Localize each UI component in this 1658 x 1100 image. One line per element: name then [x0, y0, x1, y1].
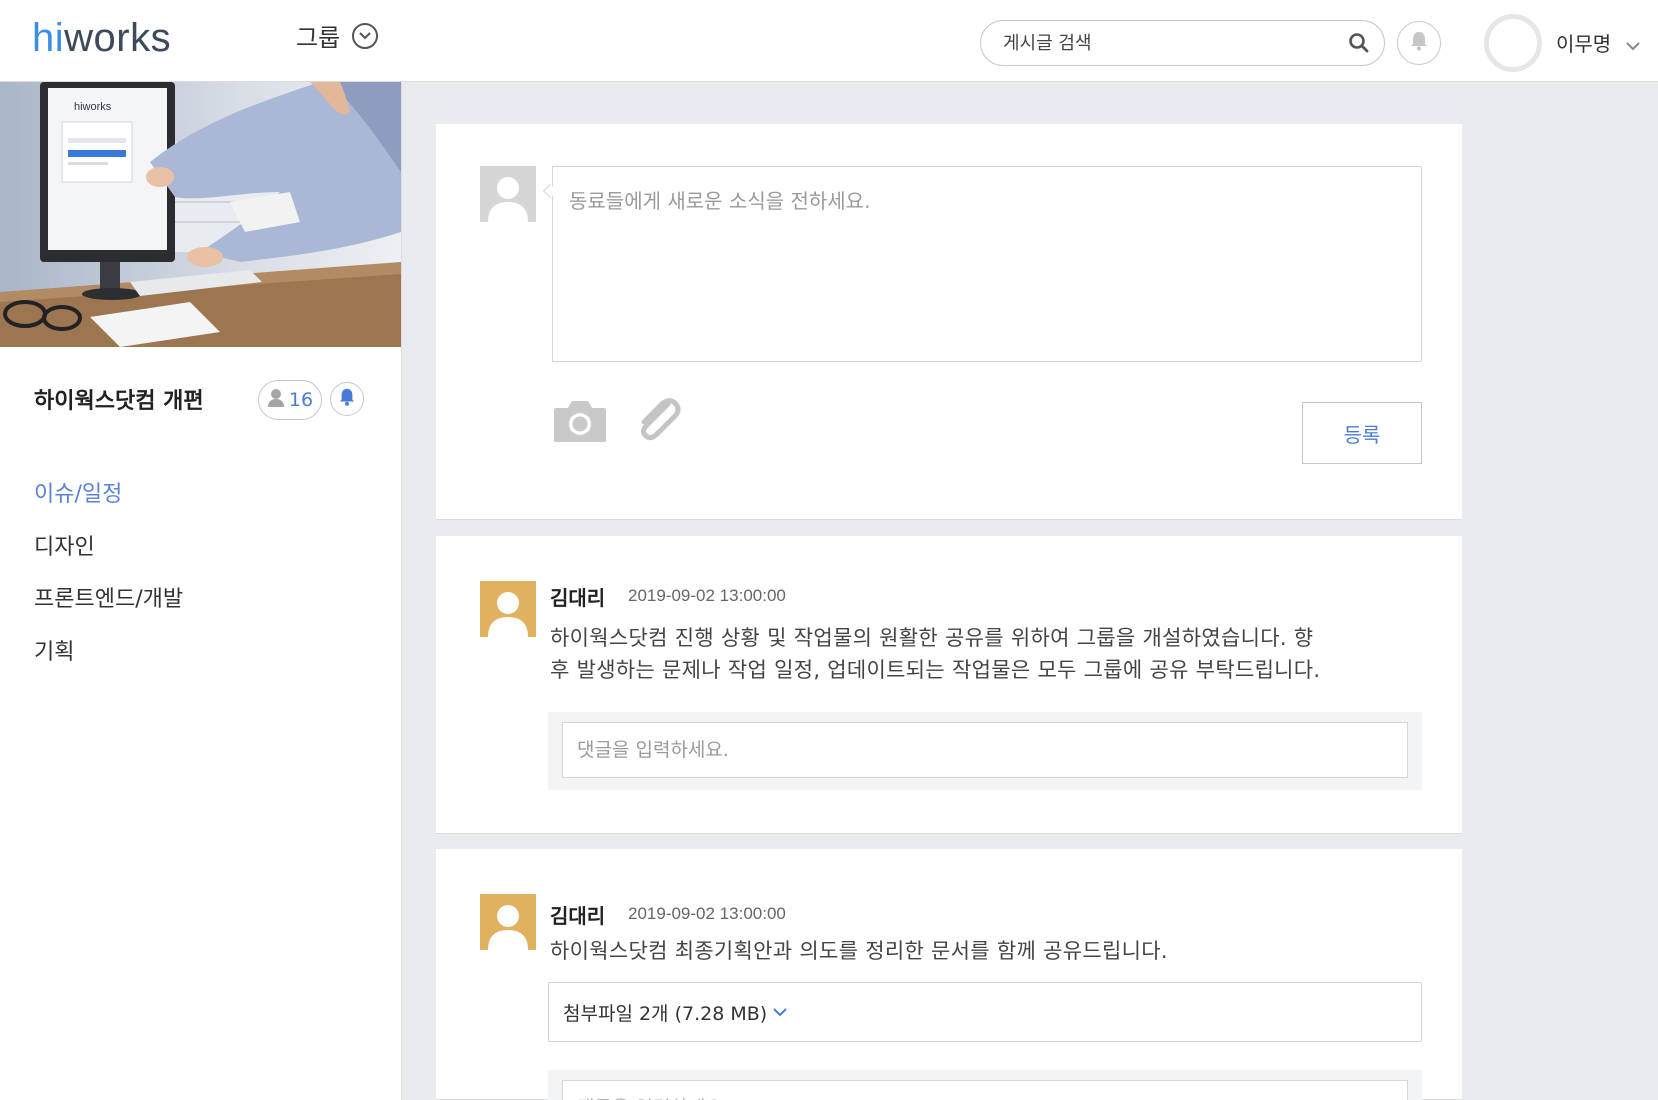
group-cover-image: hiworks: [0, 82, 401, 347]
comment-input[interactable]: [562, 1080, 1408, 1100]
search-input[interactable]: [1003, 30, 1333, 56]
chevron-down-icon: [773, 1007, 787, 1017]
nav-item-planning[interactable]: 기획: [34, 638, 183, 691]
search-icon[interactable]: [1348, 32, 1370, 54]
top-header: hiworks 그룹 이무명: [0, 0, 1658, 82]
post-time: 2019-09-02 13:00:00: [628, 904, 786, 923]
post-input[interactable]: [552, 166, 1422, 362]
attachment-label: 첨부파일 2개 (7.28 MB): [563, 1002, 768, 1025]
post-body-line: 하이웍스닷컴 진행 상황 및 작업물의 원활한 공유를 위하여 그룹을 개설하였…: [550, 626, 1314, 650]
post-body: 하이웍스닷컴 최종기획안과 의도를 정리한 문서를 함께 공유드립니다.: [550, 939, 1168, 963]
camera-icon[interactable]: [552, 398, 608, 444]
member-count: 16: [288, 389, 314, 411]
user-icon: [267, 388, 285, 413]
nav-item-frontend-dev[interactable]: 프론트엔드/개발: [34, 585, 183, 638]
author-avatar[interactable]: [480, 894, 536, 950]
post-card: 김대리 2019-09-02 13:00:00 하이웍스닷컴 진행 상황 및 작…: [436, 536, 1462, 834]
user-avatar[interactable]: [1484, 14, 1542, 72]
post-card: 김대리 2019-09-02 13:00:00 하이웍스닷컴 최종기획안과 의도…: [436, 849, 1462, 1100]
member-count-button[interactable]: 16: [258, 380, 322, 420]
chevron-down-icon[interactable]: [1626, 36, 1640, 55]
group-sidebar: hiworks 하이웍스닷컴 개편 16 이슈/일정 디자인 프론트엔드/개발 …: [0, 82, 402, 1100]
post-time: 2019-09-02 13:00:00: [628, 586, 786, 605]
notification-button[interactable]: [1397, 21, 1441, 65]
post-author[interactable]: 김대리: [550, 582, 605, 611]
submit-button[interactable]: 등록: [1302, 402, 1422, 464]
search-box[interactable]: [980, 20, 1385, 66]
author-avatar[interactable]: [480, 581, 536, 637]
group-alarm-button[interactable]: [330, 382, 364, 416]
comment-input[interactable]: [562, 722, 1408, 778]
post-body-line: 후 발생하는 문제나 작업 일정, 업데이트되는 작업물은 모두 그룹에 공유 …: [550, 658, 1321, 682]
group-menu-button[interactable]: 그룹: [296, 18, 379, 53]
bell-icon: [338, 387, 356, 411]
attachment-toggle[interactable]: 첨부파일 2개 (7.28 MB): [548, 982, 1422, 1042]
my-avatar: [480, 166, 536, 222]
paperclip-icon[interactable]: [632, 394, 682, 444]
group-menu-label: 그룹: [296, 24, 341, 52]
hiworks-logo[interactable]: hiworks: [32, 16, 171, 60]
group-nav: 이슈/일정 디자인 프론트엔드/개발 기획: [34, 480, 183, 690]
post-author[interactable]: 김대리: [550, 900, 605, 929]
chevron-down-icon: [352, 22, 379, 49]
comment-area: [548, 1070, 1422, 1100]
user-name[interactable]: 이무명: [1556, 28, 1611, 57]
nav-item-issue-schedule[interactable]: 이슈/일정: [34, 480, 183, 533]
bell-icon: [1409, 30, 1429, 56]
cover-hiworks-text: hiworks: [74, 101, 112, 113]
post-composer: 등록: [436, 124, 1462, 520]
group-title: 하이웍스닷컴 개편: [34, 389, 204, 414]
comment-area: [548, 712, 1422, 790]
post-body: 하이웍스닷컴 진행 상황 및 작업물의 원활한 공유를 위하여 그룹을 개설하였…: [550, 622, 1430, 686]
nav-item-design[interactable]: 디자인: [34, 533, 183, 586]
